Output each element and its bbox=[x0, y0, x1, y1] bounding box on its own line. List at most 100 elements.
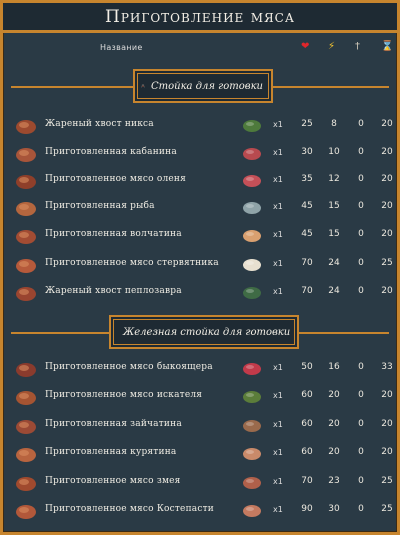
recipe-name: Приготовленное мясо быкоящера bbox=[45, 362, 213, 372]
stamina-value: 30 bbox=[328, 504, 340, 514]
recipe-row: Жареный хвост никса x1 25 8 0 20 bbox=[3, 112, 397, 139]
healing-value: 0 bbox=[358, 229, 364, 239]
recipe-name: Приготовленная зайчатина bbox=[45, 419, 182, 429]
section-iron-cooking-station: Железная стойка для готовки bbox=[3, 313, 397, 353]
section-header: Стойка для готовки bbox=[133, 69, 273, 103]
recipe-name: Приготовленная курятина bbox=[45, 447, 177, 457]
duration-value: 20 bbox=[381, 201, 393, 211]
section-header: Железная стойка для готовки bbox=[109, 315, 299, 349]
raw-meat-icon bbox=[243, 148, 261, 160]
healing-value: 0 bbox=[358, 174, 364, 184]
health-value: 70 bbox=[301, 258, 313, 268]
stamina-value: 24 bbox=[328, 258, 340, 268]
recipe-name: Приготовленная рыба bbox=[45, 201, 155, 211]
heart-icon: ❤ bbox=[301, 41, 310, 52]
cooked-tail-icon bbox=[16, 120, 36, 134]
healing-value: 0 bbox=[358, 447, 364, 457]
stamina-value: 20 bbox=[328, 419, 340, 429]
section-label: Стойка для готовки bbox=[150, 80, 263, 92]
recipe-row: Приготовленное мясо змея x1 70 23 0 25 bbox=[3, 469, 397, 496]
stamina-value: 15 bbox=[328, 201, 340, 211]
recipe-name: Приготовленное мясо искателя bbox=[45, 390, 203, 400]
raw-deer-meat-icon bbox=[243, 175, 261, 187]
raw-ash-tail-icon bbox=[243, 287, 261, 299]
recipe-name: Жареный хвост пеплозавра bbox=[45, 286, 182, 296]
ingredient-quantity: x1 bbox=[273, 175, 283, 184]
raw-lizard-meat-icon bbox=[243, 363, 261, 375]
raw-seeker-meat-icon bbox=[243, 391, 261, 403]
raw-wolf-meat-icon bbox=[243, 230, 261, 242]
duration-value: 20 bbox=[381, 119, 393, 129]
stamina-value: 10 bbox=[328, 147, 340, 157]
cooked-deer-meat-icon bbox=[16, 175, 36, 189]
ingredient-quantity: x1 bbox=[273, 120, 283, 129]
health-value: 70 bbox=[301, 476, 313, 486]
raw-fish-icon bbox=[243, 202, 261, 214]
recipe-row: Приготовленное мясо стервятника x1 70 24… bbox=[3, 251, 397, 278]
raw-chicken-icon bbox=[243, 448, 261, 460]
recipe-name: Приготовленное мясо оленя bbox=[45, 174, 186, 184]
healing-value: 0 bbox=[358, 504, 364, 514]
healing-value: 0 bbox=[358, 419, 364, 429]
ingredient-quantity: x1 bbox=[273, 363, 283, 372]
stamina-value: 23 bbox=[328, 476, 340, 486]
raw-hare-icon bbox=[243, 420, 261, 432]
recipe-name: Приготовленная волчатина bbox=[45, 229, 182, 239]
healing-value: 0 bbox=[358, 476, 364, 486]
recipe-row: Приготовленное мясо оленя x1 35 12 0 20 bbox=[3, 167, 397, 194]
cooked-bonemaw-meat-icon bbox=[16, 505, 36, 519]
health-value: 60 bbox=[301, 419, 313, 429]
ingredient-quantity: x1 bbox=[273, 420, 283, 429]
ingredient-quantity: x1 bbox=[273, 287, 283, 296]
stamina-value: 20 bbox=[328, 390, 340, 400]
recipe-name: Приготовленная кабанина bbox=[45, 147, 177, 157]
health-value: 35 bbox=[301, 174, 313, 184]
health-value: 25 bbox=[301, 119, 313, 129]
duration-value: 20 bbox=[381, 286, 393, 296]
recipe-name: Жареный хвост никса bbox=[45, 119, 154, 129]
raw-bonemaw-meat-icon bbox=[243, 505, 261, 517]
stamina-value: 16 bbox=[328, 362, 340, 372]
healing-value: 0 bbox=[358, 147, 364, 157]
raw-tail-icon bbox=[243, 120, 261, 132]
recipe-row: Приготовленное мясо искателя x1 60 20 0 … bbox=[3, 383, 397, 410]
recipe-name: Приготовленное мясо Костепасти bbox=[45, 504, 214, 514]
recipe-row: Жареный хвост пеплозавра x1 70 24 0 20 bbox=[3, 279, 397, 306]
healing-value: 0 bbox=[358, 286, 364, 296]
stamina-value: 8 bbox=[331, 119, 337, 129]
ingredient-quantity: x1 bbox=[273, 148, 283, 157]
healing-value: 0 bbox=[358, 258, 364, 268]
health-value: 90 bbox=[301, 504, 313, 514]
cooked-wolf-meat-icon bbox=[16, 230, 36, 244]
healing-value: 0 bbox=[358, 119, 364, 129]
health-value: 30 bbox=[301, 147, 313, 157]
duration-value: 20 bbox=[381, 447, 393, 457]
lightning-icon: ⚡ bbox=[328, 41, 336, 52]
page-title: Приготовление мяса bbox=[105, 6, 295, 27]
stamina-value: 20 bbox=[328, 447, 340, 457]
recipe-row: Приготовленная курятина x1 60 20 0 20 bbox=[3, 440, 397, 467]
duration-value: 25 bbox=[381, 476, 393, 486]
ingredient-quantity: x1 bbox=[273, 202, 283, 211]
stamina-value: 12 bbox=[328, 174, 340, 184]
cooking-station-icon bbox=[141, 84, 145, 88]
section-cooking-station: Стойка для готовки bbox=[3, 67, 397, 107]
cooked-bird-meat-icon bbox=[16, 259, 36, 273]
cooked-lizard-meat-icon bbox=[16, 363, 36, 377]
health-value: 60 bbox=[301, 390, 313, 400]
cooked-meat-icon bbox=[16, 148, 36, 162]
duration-value: 20 bbox=[381, 390, 393, 400]
recipe-panel: Приготовление мяса Название ❤ ⚡ † ⌛ Стой… bbox=[0, 0, 400, 535]
healing-value: 0 bbox=[358, 201, 364, 211]
recipe-name: Приготовленное мясо змея bbox=[45, 476, 181, 486]
section-label: Железная стойка для готовки bbox=[123, 326, 291, 338]
ingredient-quantity: x1 bbox=[273, 259, 283, 268]
staff-icon: † bbox=[355, 41, 360, 52]
duration-value: 20 bbox=[381, 147, 393, 157]
duration-value: 20 bbox=[381, 229, 393, 239]
recipe-name: Приготовленное мясо стервятника bbox=[45, 258, 219, 268]
duration-value: 25 bbox=[381, 504, 393, 514]
recipe-row: Приготовленная кабанина x1 30 10 0 20 bbox=[3, 140, 397, 167]
cooked-ash-tail-icon bbox=[16, 287, 36, 301]
recipe-row: Приготовленная рыба x1 45 15 0 20 bbox=[3, 194, 397, 221]
